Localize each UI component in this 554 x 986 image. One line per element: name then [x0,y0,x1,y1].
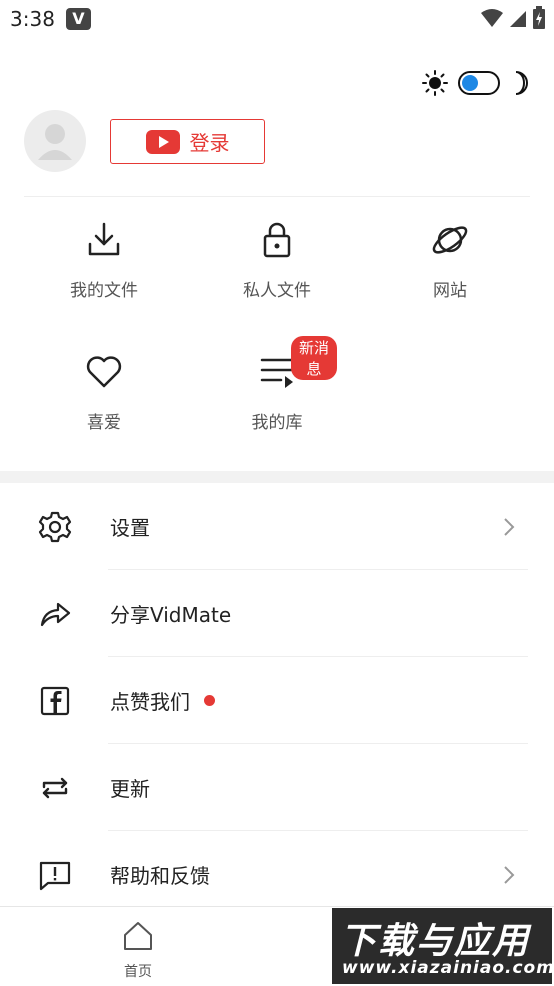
status-right-icons [480,6,546,30]
notification-dot [204,695,215,706]
menu-label: 点赞我们 [110,690,190,714]
grid-item-favorites[interactable]: 喜爱 [44,352,164,433]
chevron-right-icon [504,517,515,536]
watermark-logo: 下载与应用 www.xiazainiao.com [332,908,554,984]
feedback-icon [39,861,71,890]
section-gap [0,471,554,483]
new-message-badge: 新消息 [291,336,337,380]
theme-toggle[interactable] [422,70,532,96]
gear-icon [38,511,72,542]
lock-icon [263,222,291,258]
chevron-right-icon [504,865,515,884]
menu-label: 分享VidMate [110,603,232,627]
tab-home-label: 首页 [124,964,152,980]
login-button[interactable]: 登录 [110,119,265,164]
tab-home[interactable]: 首页 [108,919,168,981]
home-icon [124,922,152,950]
grid-label: 私人文件 [243,281,311,301]
share-icon [40,602,71,626]
moon-icon [515,71,528,95]
menu-item-like-us[interactable]: 点赞我们 [0,657,554,744]
avatar[interactable] [24,110,86,172]
refresh-icon [42,777,68,798]
sun-icon [422,70,448,96]
youtube-icon [145,129,180,154]
wifi-icon [481,9,503,27]
battery-icon [533,6,545,29]
grid-label: 网站 [433,281,467,301]
dark-mode-switch[interactable] [458,71,500,95]
grid-item-private-files[interactable]: 私人文件 [217,220,337,301]
signal-icon [510,11,526,27]
status-time: 3:38 [10,7,55,31]
menu-item-help-feedback[interactable]: 帮助和反馈 [0,831,554,918]
user-placeholder-icon [38,124,72,160]
heart-icon [86,356,122,388]
vidmate-notification-icon: V [66,8,91,30]
watermark-url: www.xiazainiao.com [342,958,554,978]
download-icon [88,222,120,256]
watermark-title: 下载与应用 [340,921,531,962]
grid-label: 喜爱 [87,413,121,433]
menu-label: 帮助和反馈 [110,864,210,888]
profile-area [24,110,86,172]
grid-label: 我的文件 [70,281,138,301]
grid-item-websites[interactable]: 网站 [390,220,510,301]
grid-item-my-files[interactable]: 我的文件 [44,220,164,301]
menu-item-settings[interactable]: 设置 [0,483,554,570]
menu-item-share[interactable]: 分享VidMate [0,570,554,657]
menu-label: 设置 [110,516,150,540]
facebook-icon [40,686,70,715]
status-bar: 3:38 V [0,0,554,40]
menu-label: 更新 [110,777,150,801]
menu-item-update[interactable]: 更新 [0,744,554,831]
grid-label: 我的库 [251,413,303,433]
grid-item-my-library[interactable]: 我的库 新消息 [217,336,337,433]
planet-icon [432,226,468,254]
divider [24,196,530,197]
switch-knob [462,75,478,91]
login-label: 登录 [189,131,230,155]
